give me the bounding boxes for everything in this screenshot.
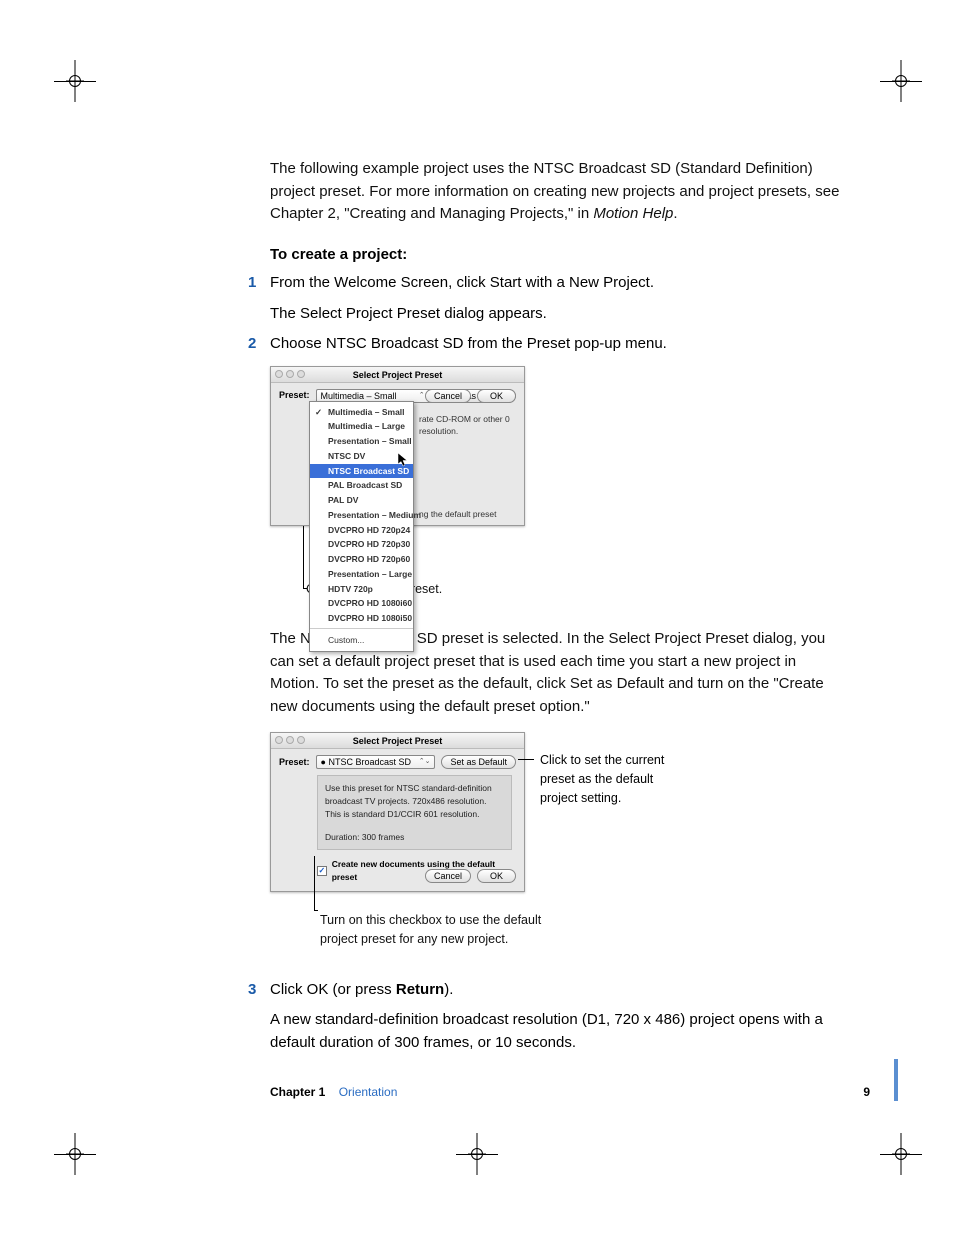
step-3-text-bold: Return [396,981,444,998]
preset-label: Preset: [279,756,310,770]
preset-duration-text: Duration: 300 frames [325,831,504,844]
callout-line [303,526,304,588]
dialog-title: Select Project Preset [353,370,443,380]
step-2-number: 2 [248,333,256,356]
menu-item[interactable]: DVCPRO HD 720p30 [310,537,413,552]
menu-item[interactable]: DVCPRO HD 720p24 [310,523,413,538]
figure-2-caption: Turn on this checkbox to use the default… [320,911,570,949]
figure-2-annotation-right: Click to set the current preset as the d… [540,751,670,807]
preset-dropdown-menu[interactable]: Multimedia – Small Multimedia – Large Pr… [309,401,414,652]
cancel-button[interactable]: Cancel [425,389,471,403]
intro-emph: Motion Help [593,205,673,222]
cursor-icon [398,453,406,464]
minimize-icon[interactable] [286,370,294,378]
callout-line [314,910,318,911]
step-3-text-a: Click OK (or press [270,981,396,998]
menu-item-custom[interactable]: Custom... [310,631,413,648]
menu-separator [310,628,413,629]
window-controls[interactable] [275,370,305,378]
preset-popup[interactable]: ● NTSC Broadcast SD ⌃⌄ [316,755,436,769]
minimize-icon[interactable] [286,736,294,744]
intro-paragraph: The following example project uses the N… [270,158,840,226]
default-preset-checkbox[interactable]: ✓ [317,866,327,876]
intro-text-a: The following example project uses the N… [270,160,839,222]
footer-chapter: Chapter 1 [270,1085,325,1099]
step-1-result: The Select Project Preset dialog appears… [270,303,840,326]
step-3-text-b: ). [444,981,453,998]
menu-item[interactable]: Multimedia – Small [310,405,413,420]
menu-item[interactable]: DVCPRO HD 1080i60 [310,596,413,611]
page-content: The following example project uses the N… [270,158,840,1062]
dialog-1: Select Project Preset Preset: Multimedia… [270,366,525,526]
dialog-titlebar: Select Project Preset [271,733,524,749]
step-1-text: From the Welcome Screen, click Start wit… [270,272,840,295]
dialog-title: Select Project Preset [353,736,443,746]
menu-item[interactable]: DVCPRO HD 720p60 [310,552,413,567]
close-icon[interactable] [275,736,283,744]
description-fragment: rate CD-ROM or other 0 resolution. [419,413,519,439]
step-2-text: Choose NTSC Broadcast SD from the Preset… [270,333,840,356]
dialog-titlebar: Select Project Preset [271,367,524,383]
menu-item[interactable]: HDTV 720p [310,582,413,597]
callout-line [314,856,315,910]
preset-popup-value: ● NTSC Broadcast SD [321,756,411,768]
dialog-2: Select Project Preset Preset: ● NTSC Bro… [270,732,525,892]
cancel-button[interactable]: Cancel [425,869,471,883]
preset-description-text: Use this preset for NTSC standard-defini… [325,782,504,820]
callout-line [303,588,307,589]
page-edge-tab [894,1059,898,1101]
ok-button[interactable]: OK [477,869,516,883]
step-3: 3 Click OK (or press Return). A new stan… [270,979,840,1055]
set-as-default-button[interactable]: Set as Default [441,755,516,769]
intro-text-b: . [673,205,677,222]
menu-item[interactable]: PAL Broadcast SD [310,478,413,493]
preset-description: Use this preset for NTSC standard-defini… [317,775,512,850]
ok-button[interactable]: OK [477,389,516,403]
chevron-updown-icon: ⌃⌄ [419,756,431,768]
figure-2: Select Project Preset Preset: ● NTSC Bro… [270,732,525,907]
step-2: 2 Choose NTSC Broadcast SD from the Pres… [270,333,840,598]
close-icon[interactable] [275,370,283,378]
figure-1: Select Project Preset Preset: Multimedia… [270,366,525,576]
menu-item[interactable]: Presentation – Small [310,434,413,449]
step-3-number: 3 [248,979,256,1002]
zoom-icon[interactable] [297,370,305,378]
footer-page-number: 9 [863,1083,870,1101]
preset-label: Preset: [279,389,310,403]
callout-line [518,759,534,760]
window-controls[interactable] [275,736,305,744]
page-footer: Chapter 1 Orientation 9 [270,1083,870,1101]
step-3-result: A new standard-definition broadcast reso… [270,1009,840,1054]
menu-item[interactable]: PAL DV [310,493,413,508]
zoom-icon[interactable] [297,736,305,744]
checkbox-fragment: ng the default preset [419,508,519,521]
menu-item[interactable]: Multimedia – Large [310,419,413,434]
footer-section: Orientation [339,1085,398,1099]
procedure-heading: To create a project: [270,244,840,267]
menu-item[interactable]: DVCPRO HD 1080i50 [310,611,413,626]
step-1: 1 From the Welcome Screen, click Start w… [270,272,840,325]
step-1-number: 1 [248,272,256,295]
menu-item[interactable]: Presentation – Large [310,567,413,582]
menu-item[interactable]: Presentation – Medium [310,508,413,523]
